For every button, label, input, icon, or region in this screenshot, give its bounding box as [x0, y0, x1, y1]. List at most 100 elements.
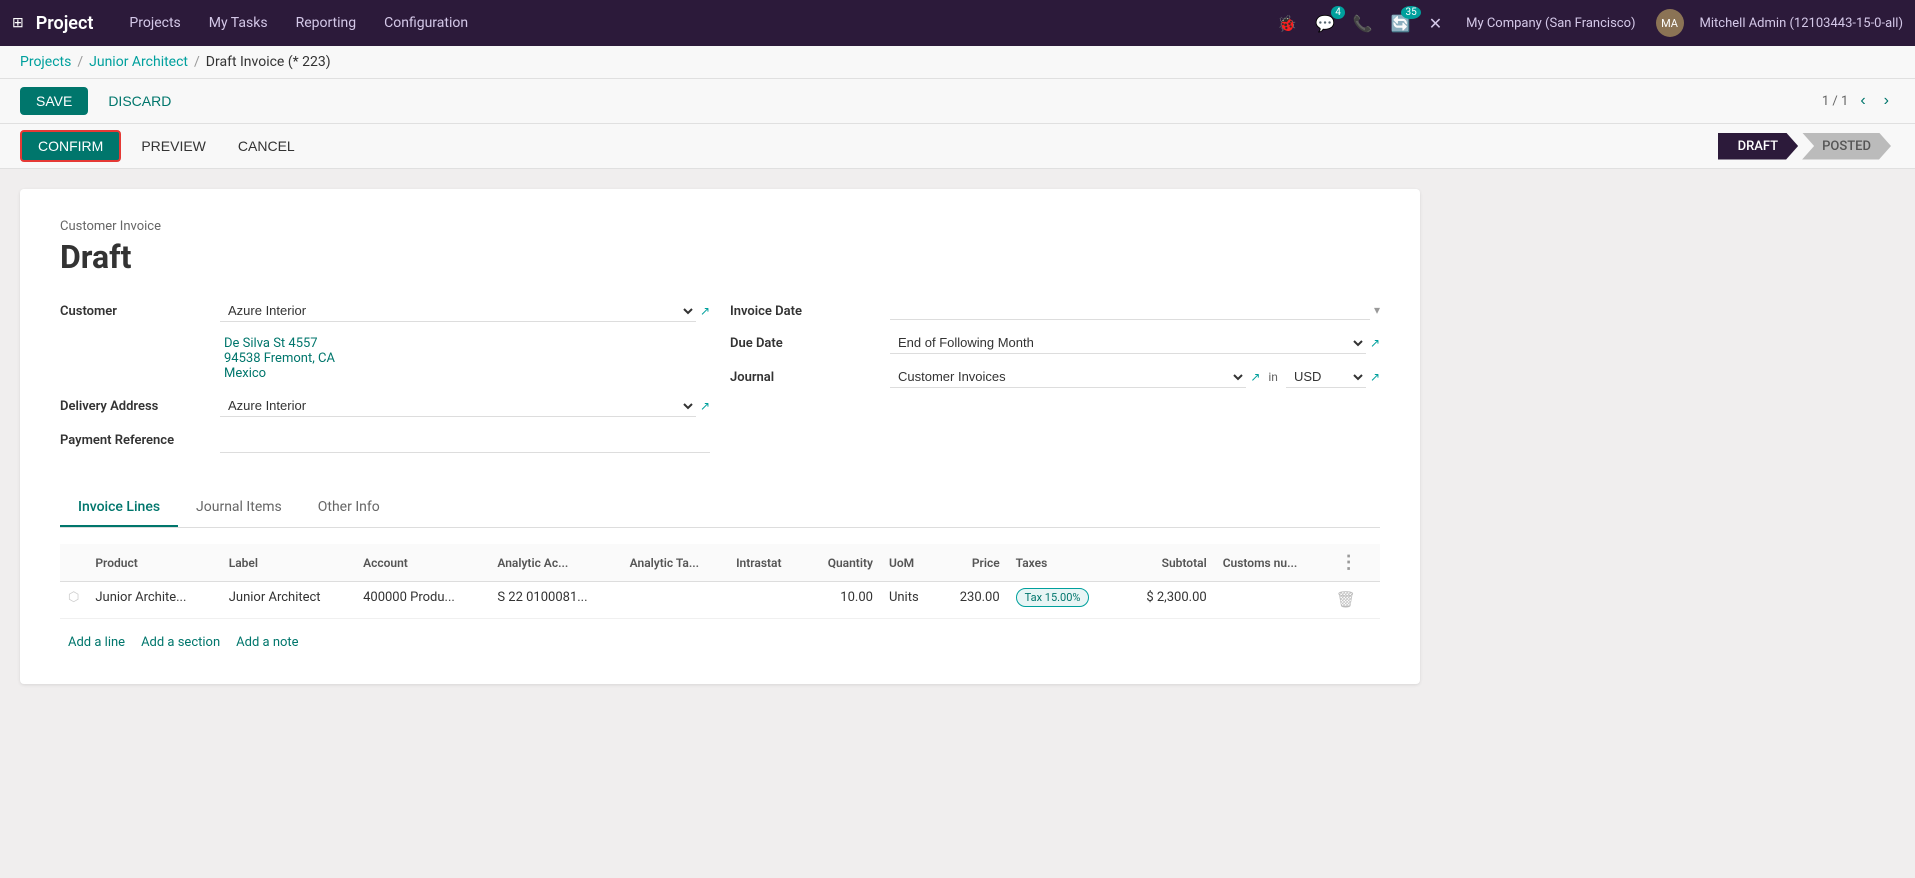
customer-external-link-icon[interactable]: ↗ — [700, 304, 710, 318]
drag-handle-cell: ⬡ — [60, 582, 87, 619]
payment-reference-label: Payment Reference — [60, 429, 220, 448]
invoice-date-input[interactable] — [890, 300, 1370, 320]
cancel-button[interactable]: CANCEL — [226, 132, 307, 160]
delivery-address-select[interactable]: Azure Interior — [220, 395, 696, 417]
invoice-date-label: Invoice Date — [730, 300, 890, 319]
cell-price[interactable]: 230.00 — [938, 582, 1008, 619]
prev-page-button[interactable]: ‹ — [1854, 90, 1871, 112]
table-row: ⬡ Junior Archite... Junior Architect 400… — [60, 582, 1380, 619]
breadcrumb-projects[interactable]: Projects — [20, 54, 71, 70]
customer-field-row: Customer Azure Interior ↗ — [60, 300, 710, 322]
settings-icon[interactable]: ✕ — [1425, 10, 1446, 37]
customer-select[interactable]: Azure Interior — [220, 300, 696, 322]
cell-quantity[interactable]: 10.00 — [805, 582, 881, 619]
tax-badge[interactable]: Tax 15.00% — [1016, 588, 1090, 607]
status-steps: DRAFT POSTED — [1718, 133, 1895, 160]
action-bar: SAVE DISCARD 1 / 1 ‹ › — [0, 79, 1915, 124]
cell-product[interactable]: Junior Archite... — [87, 582, 220, 619]
invoice-type-label: Customer Invoice — [60, 219, 1380, 234]
top-navigation: ⊞ Project Projects My Tasks Reporting Co… — [0, 0, 1915, 46]
breadcrumb-current: Draft Invoice (* 223) — [206, 54, 331, 70]
chat-icon[interactable]: 💬4 — [1311, 10, 1339, 37]
discard-button[interactable]: DISCARD — [96, 87, 183, 115]
delivery-address-external-link-icon[interactable]: ↗ — [700, 399, 710, 413]
preview-button[interactable]: PREVIEW — [129, 132, 218, 160]
cell-analytic-ac[interactable]: S 22 0100081... — [489, 582, 621, 619]
status-posted[interactable]: POSTED — [1802, 133, 1891, 160]
journal-label: Journal — [730, 366, 890, 385]
user-avatar[interactable]: MA — [1656, 9, 1684, 37]
app-name: Project — [36, 13, 94, 34]
refresh-badge: 35 — [1401, 6, 1420, 19]
next-page-button[interactable]: › — [1878, 90, 1895, 112]
debug-icon[interactable]: 🐞 — [1273, 10, 1301, 37]
customer-label: Customer — [60, 300, 220, 319]
invoice-status-title: Draft — [60, 238, 1380, 276]
cell-account[interactable]: 400000 Produ... — [355, 582, 489, 619]
cell-analytic-ta[interactable] — [622, 582, 728, 619]
col-uom: UoM — [881, 544, 938, 582]
right-column: Invoice Date ▾ Due Date End of Following… — [730, 300, 1380, 465]
confirm-button[interactable]: CONFIRM — [20, 130, 121, 162]
col-customs: Customs nu... — [1215, 544, 1328, 582]
customer-control: Azure Interior ↗ — [220, 300, 710, 322]
cell-intrastat[interactable] — [728, 582, 805, 619]
company-name: My Company (San Francisco) — [1466, 16, 1635, 31]
breadcrumb: Projects / Junior Architect / Draft Invo… — [0, 46, 1915, 79]
breadcrumb-junior-architect[interactable]: Junior Architect — [89, 54, 188, 70]
column-menu-icon[interactable]: ⋮ — [1336, 552, 1362, 573]
due-date-control: End of Following Month ↗ — [890, 332, 1380, 354]
col-taxes: Taxes — [1008, 544, 1120, 582]
due-date-select[interactable]: End of Following Month — [890, 332, 1366, 354]
delete-row-button[interactable]: 🗑 — [1336, 590, 1356, 610]
journal-control: Customer Invoices ↗ in USD ↗ — [890, 366, 1380, 388]
add-note-link[interactable]: Add a note — [236, 635, 298, 650]
refresh-icon[interactable]: 🔄35 — [1387, 10, 1415, 37]
add-section-link[interactable]: Add a section — [141, 635, 220, 650]
nav-my-tasks[interactable]: My Tasks — [197, 11, 280, 35]
col-account: Account — [355, 544, 489, 582]
due-date-external-link-icon[interactable]: ↗ — [1370, 336, 1380, 350]
delivery-address-field-row: Delivery Address Azure Interior ↗ — [60, 395, 710, 417]
customer-address-label-spacer — [60, 334, 220, 338]
breadcrumb-sep-1: / — [77, 54, 83, 70]
user-name: Mitchell Admin (12103443-15-0-all) — [1700, 16, 1903, 31]
add-line-link[interactable]: Add a line — [68, 635, 125, 650]
currency-select[interactable]: USD — [1286, 366, 1366, 388]
currency-external-link-icon[interactable]: ↗ — [1370, 370, 1380, 384]
cell-label[interactable]: Junior Architect — [221, 582, 355, 619]
nav-icons-group: 🐞 💬4 📞 🔄35 ✕ My Company (San Francisco) … — [1273, 9, 1903, 37]
invoice-date-field-row: Invoice Date ▾ — [730, 300, 1380, 320]
nav-reporting[interactable]: Reporting — [284, 11, 369, 35]
col-actions: ⋮ — [1328, 544, 1380, 582]
payment-reference-value[interactable] — [220, 429, 710, 453]
journal-external-link-icon[interactable]: ↗ — [1250, 370, 1260, 384]
status-draft[interactable]: DRAFT — [1718, 133, 1799, 160]
col-price: Price — [938, 544, 1008, 582]
drag-handle-icon[interactable]: ⬡ — [68, 590, 79, 605]
address-line-3: Mexico — [224, 366, 706, 381]
nav-configuration[interactable]: Configuration — [372, 11, 480, 35]
tab-invoice-lines[interactable]: Invoice Lines — [60, 489, 178, 527]
due-date-label: Due Date — [730, 332, 890, 351]
invoice-tabs: Invoice Lines Journal Items Other Info — [60, 489, 1380, 528]
col-label: Label — [221, 544, 355, 582]
col-intrastat: Intrastat — [728, 544, 805, 582]
cell-uom[interactable]: Units — [881, 582, 938, 619]
breadcrumb-sep-2: / — [194, 54, 200, 70]
invoice-date-dropdown-icon: ▾ — [1374, 303, 1380, 317]
save-button[interactable]: SAVE — [20, 87, 88, 115]
cell-subtotal: $ 2,300.00 — [1120, 582, 1215, 619]
app-grid-icon[interactable]: ⊞ — [12, 15, 24, 31]
journal-select[interactable]: Customer Invoices — [890, 366, 1246, 388]
phone-icon[interactable]: 📞 — [1349, 10, 1377, 37]
address-line-2: 94538 Fremont, CA — [224, 351, 706, 366]
nav-projects[interactable]: Projects — [117, 11, 192, 35]
tab-journal-items[interactable]: Journal Items — [178, 489, 300, 527]
cell-customs[interactable] — [1215, 582, 1328, 619]
customer-address: De Silva St 4557 94538 Fremont, CA Mexic… — [220, 334, 710, 383]
journal-field-row: Journal Customer Invoices ↗ in USD ↗ — [730, 366, 1380, 388]
tab-other-info[interactable]: Other Info — [300, 489, 398, 527]
invoice-card: Customer Invoice Draft Customer Azure In… — [20, 189, 1420, 684]
address-line-1: De Silva St 4557 — [224, 336, 706, 351]
